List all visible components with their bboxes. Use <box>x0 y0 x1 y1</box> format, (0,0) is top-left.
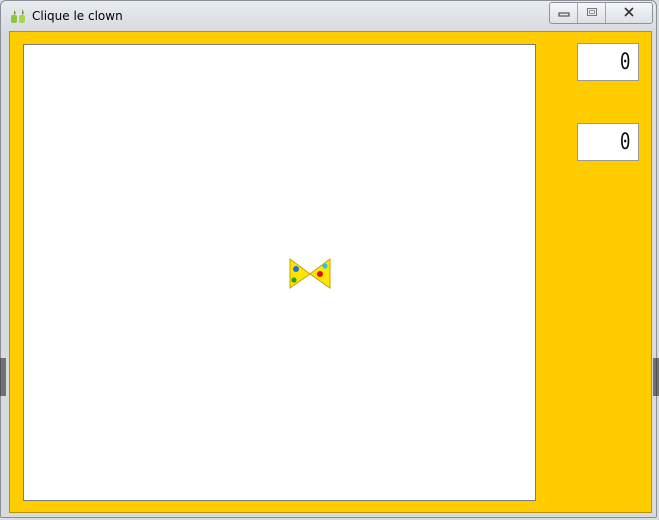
close-button[interactable] <box>606 3 652 23</box>
maximize-icon <box>586 6 598 20</box>
caption-buttons <box>549 2 653 24</box>
right-edge-handle <box>653 358 659 396</box>
minimize-icon <box>558 6 570 20</box>
app-icon <box>10 8 28 24</box>
client-area: 0 0 <box>9 31 652 513</box>
app-window: Clique le clown 0 0 <box>0 0 657 518</box>
maximize-button[interactable] <box>578 3 606 23</box>
play-area[interactable] <box>23 44 536 501</box>
minimize-button[interactable] <box>550 3 578 23</box>
left-edge-handle <box>0 358 6 396</box>
score-counter: 0 <box>577 43 639 81</box>
score-value: 0 <box>619 49 631 75</box>
close-icon <box>623 6 635 20</box>
title-bar[interactable]: Clique le clown <box>1 1 656 29</box>
window-title: Clique le clown <box>32 9 123 23</box>
miss-value: 0 <box>619 129 631 155</box>
bowtie-clown[interactable] <box>289 258 331 289</box>
miss-counter: 0 <box>577 123 639 161</box>
